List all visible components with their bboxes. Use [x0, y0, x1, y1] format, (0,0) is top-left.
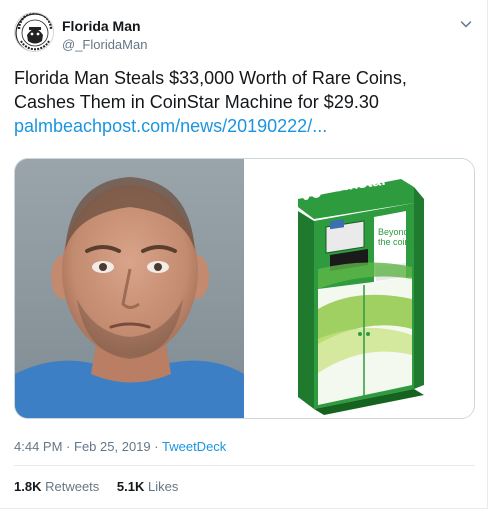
- tweet-text: Florida Man Steals $33,000 Worth of Rare…: [14, 66, 476, 138]
- author-display-name[interactable]: Florida Man: [62, 18, 147, 35]
- tweet-link[interactable]: palmbeachpost.com/news/20190222/...: [14, 114, 476, 138]
- tweet-stats: 1.8K Retweets 5.1K Likes: [14, 478, 178, 496]
- tweet-card: Florida Man @_FloridaMan Florida Man Ste…: [0, 0, 488, 509]
- meta-separator: ·: [66, 439, 71, 454]
- tweet-source[interactable]: TweetDeck: [162, 439, 226, 454]
- florida-man-logo-icon: [15, 13, 53, 51]
- tweet-meta: 4:44 PM · Feb 25, 2019 · TweetDeck: [14, 438, 226, 456]
- meta-separator: ·: [154, 439, 159, 454]
- tweet-media: coinstar Beyond the coin: [14, 158, 475, 419]
- coinstar-kiosk-icon: coinstar Beyond the coin: [246, 159, 474, 418]
- mugshot-photo[interactable]: [15, 159, 244, 418]
- tweet-time[interactable]: 4:44 PM: [14, 439, 62, 454]
- coinstar-kiosk-photo[interactable]: coinstar Beyond the coin: [246, 159, 474, 418]
- chevron-down-icon[interactable]: [458, 16, 474, 32]
- tweet-text-line-1: Florida Man Steals $33,000 Worth of Rare…: [14, 68, 407, 88]
- kiosk-slogan-line-1: Beyond: [378, 227, 409, 237]
- likes-stat[interactable]: 5.1K Likes: [117, 479, 178, 494]
- retweets-stat[interactable]: 1.8K Retweets: [14, 479, 103, 494]
- tweet-date[interactable]: Feb 25, 2019: [74, 439, 151, 454]
- mugshot-icon: [15, 159, 244, 418]
- tweet-header: Florida Man @_FloridaMan: [14, 12, 474, 56]
- divider: [14, 465, 475, 466]
- retweets-count: 1.8K: [14, 479, 42, 494]
- kiosk-slogan-line-2: the coin: [378, 237, 410, 247]
- likes-count: 5.1K: [116, 479, 145, 494]
- tweet-text-line-2: Cashes Them in CoinStar Machine for $29.…: [14, 92, 379, 112]
- likes-label: Likes: [148, 479, 179, 494]
- author-names: Florida Man @_FloridaMan: [62, 18, 147, 53]
- author-handle[interactable]: @_FloridaMan: [62, 36, 147, 53]
- avatar[interactable]: [14, 12, 54, 52]
- retweets-label: Retweets: [45, 479, 100, 494]
